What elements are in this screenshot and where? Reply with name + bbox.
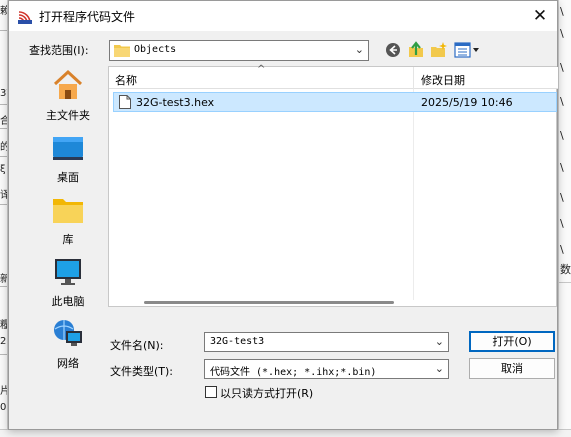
back-arrow-icon <box>386 43 400 57</box>
readonly-checkbox[interactable] <box>205 386 217 398</box>
look-in-combobox[interactable]: Objects ⌄ <box>109 40 369 61</box>
chevron-down-icon[interactable]: ⌄ <box>435 335 444 348</box>
app-logo-icon <box>17 9 33 25</box>
bg-text-fragment: 3W <box>0 88 7 99</box>
filetype-select[interactable]: 代码文件 (*.hex; *.ihx;*.bin) ⌄ <box>204 359 449 379</box>
bg-text-fragment: 糧 <box>0 316 7 331</box>
sort-ascending-icon: ^ <box>257 64 266 75</box>
desktop-icon <box>52 131 84 165</box>
back-button[interactable] <box>383 40 403 61</box>
place-label: 主文件夹 <box>46 109 90 122</box>
bg-text-fragment: 新 <box>0 270 7 285</box>
bg-text-fragment: 2 <box>0 336 7 347</box>
view-menu-button[interactable] <box>453 40 481 61</box>
place-desktop[interactable]: 桌面 <box>29 129 107 191</box>
filetype-label: 文件类型(T): <box>110 365 174 378</box>
close-button[interactable]: ✕ <box>523 1 557 31</box>
bg-text-fragment: \ <box>560 61 564 74</box>
bg-text-fragment: \ <box>560 27 564 40</box>
bg-text-fragment: 0 <box>0 402 7 413</box>
view-menu-icon <box>454 42 479 58</box>
place-network[interactable]: 网络 <box>29 315 107 377</box>
file-row[interactable]: 32G-test3.hex 2025/5/19 10:46 <box>113 92 557 112</box>
file-name: 32G-test3.hex <box>136 96 215 109</box>
filename-value: 32G-test3 <box>210 336 265 347</box>
background-app-left-strip: 赖 3W 合 的 ξ 译 新 糧 2 片 0 <box>0 0 8 437</box>
network-icon <box>52 317 84 351</box>
place-this-pc[interactable]: 此电脑 <box>29 253 107 315</box>
bg-text-fragment: 片 <box>0 382 7 397</box>
bg-text-fragment: 合 <box>0 112 7 127</box>
title-bar[interactable]: 打开程序代码文件 ✕ <box>9 1 557 31</box>
bg-text-fragment: 数 <box>560 263 571 276</box>
new-folder-button[interactable] <box>429 40 449 61</box>
bg-text-fragment: \ <box>560 191 564 204</box>
bg-text-fragment: ξ <box>0 164 6 175</box>
place-label: 网络 <box>57 357 79 370</box>
bg-text-fragment: \ <box>560 129 564 142</box>
horizontal-scrollbar[interactable] <box>109 300 556 306</box>
background-app-bottom-strip <box>0 429 571 437</box>
readonly-label[interactable]: 以只读方式打开(R) <box>220 385 313 401</box>
bg-text-fragment: 赖 <box>0 2 7 17</box>
look-in-label: 查找范围(I): <box>29 44 89 57</box>
bg-text-fragment: \ <box>560 217 564 230</box>
places-bar: 主文件夹 桌面 库 此电脑 网络 <box>29 65 107 377</box>
chevron-down-icon: ⌄ <box>354 43 364 56</box>
chevron-down-icon[interactable]: ⌄ <box>435 362 444 375</box>
bg-text-fragment: \ <box>560 5 564 18</box>
filename-label: 文件名(N): <box>110 339 164 352</box>
open-button[interactable]: 打开(O) <box>469 331 555 352</box>
home-icon <box>52 69 84 103</box>
bg-text-fragment: \ <box>560 243 564 256</box>
place-label: 此电脑 <box>51 295 85 308</box>
up-folder-icon <box>409 41 423 57</box>
filetype-value: 代码文件 (*.hex; *.ihx;*.bin) <box>210 367 377 378</box>
column-header-name[interactable]: 名称 <box>115 72 137 88</box>
new-folder-icon <box>431 42 447 57</box>
up-folder-button[interactable] <box>406 40 426 61</box>
place-label: 桌面 <box>57 171 79 184</box>
cancel-button[interactable]: 取消 <box>469 358 555 379</box>
file-list-header: ^ 名称 修改日期 <box>109 64 558 89</box>
bg-text-fragment: \ <box>560 95 564 108</box>
file-modified-date: 2025/5/19 10:46 <box>421 96 513 109</box>
place-library[interactable]: 库 <box>29 191 107 253</box>
look-in-value: Objects <box>134 44 177 55</box>
open-file-dialog: 打开程序代码文件 ✕ 查找范围(I): Objects ⌄ 主文件夹 桌面 库 … <box>8 0 558 430</box>
file-icon <box>119 95 131 109</box>
computer-icon <box>52 255 84 289</box>
dialog-title: 打开程序代码文件 <box>39 10 136 24</box>
file-list-view[interactable]: ^ 名称 修改日期 32G-test3.hex 2025/5/19 10:46 <box>108 64 558 307</box>
folder-icon <box>114 44 130 57</box>
scrollbar-thumb[interactable] <box>144 301 394 304</box>
place-home-folder[interactable]: 主文件夹 <box>29 67 107 129</box>
bg-text-fragment: \ <box>560 161 564 174</box>
library-folder-icon <box>52 193 84 227</box>
column-header-date[interactable]: 修改日期 <box>421 72 465 88</box>
bg-text-fragment: 译 <box>0 186 7 201</box>
filename-combobox[interactable]: 32G-test3 ⌄ <box>204 332 449 352</box>
bg-text-fragment: 的 <box>0 138 7 153</box>
background-app-right-strip: \ \ \ \ \ \ \ \ \ 数 <box>558 0 571 437</box>
place-label: 库 <box>62 233 74 246</box>
